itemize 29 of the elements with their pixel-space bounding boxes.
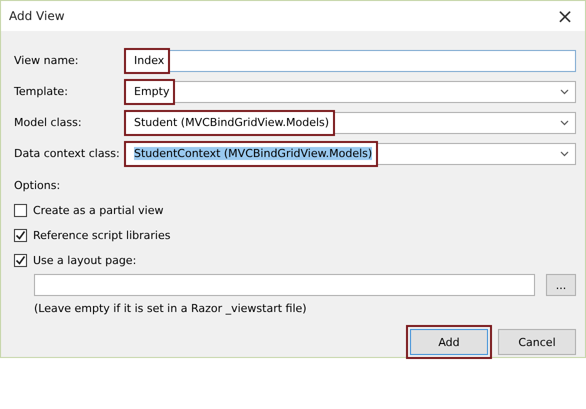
- checkbox-label: Use a layout page:: [33, 254, 136, 267]
- add-button[interactable]: Add: [410, 329, 488, 355]
- field-label: Template:: [14, 85, 69, 98]
- highlight-frame: Student (MVCBindGridView.Models): [124, 110, 336, 136]
- window-title: Add View: [9, 9, 65, 23]
- field-label: Data context class:: [14, 147, 121, 160]
- cancel-button[interactable]: Cancel: [498, 329, 576, 355]
- caret-icon: [560, 88, 569, 94]
- layout-page-field[interactable]: [34, 274, 535, 296]
- checkbox-label: Reference script libraries: [33, 229, 170, 242]
- close-button[interactable]: ×: [545, 1, 585, 31]
- options-heading: Options:: [14, 179, 62, 192]
- checkbox-label: Create as a partial view: [33, 204, 164, 217]
- browse-button[interactable]: ...: [546, 274, 576, 296]
- caret-icon: [560, 150, 569, 156]
- dropdown-field[interactable]: Student (MVCBindGridView.Models): [127, 112, 576, 134]
- hint-text: (Leave empty if it is set in a Razor _viewstart file): [33, 302, 308, 315]
- field-label: View name:: [14, 54, 80, 67]
- checkbox[interactable]: [14, 229, 27, 242]
- highlight-frame: Index: [124, 48, 170, 74]
- field-label: Model class:: [14, 116, 83, 129]
- checkbox[interactable]: [14, 204, 27, 217]
- highlight-frame: StudentContext (MVCBindGridView.Models): [124, 140, 378, 166]
- input-field[interactable]: Index: [127, 50, 576, 72]
- checkbox[interactable]: [14, 254, 27, 267]
- caret-icon: [560, 120, 569, 126]
- dropdown-field[interactable]: Empty: [127, 80, 576, 102]
- highlight-frame: Empty: [124, 78, 176, 104]
- dropdown-field[interactable]: StudentContext (MVCBindGridView.Models): [127, 142, 576, 164]
